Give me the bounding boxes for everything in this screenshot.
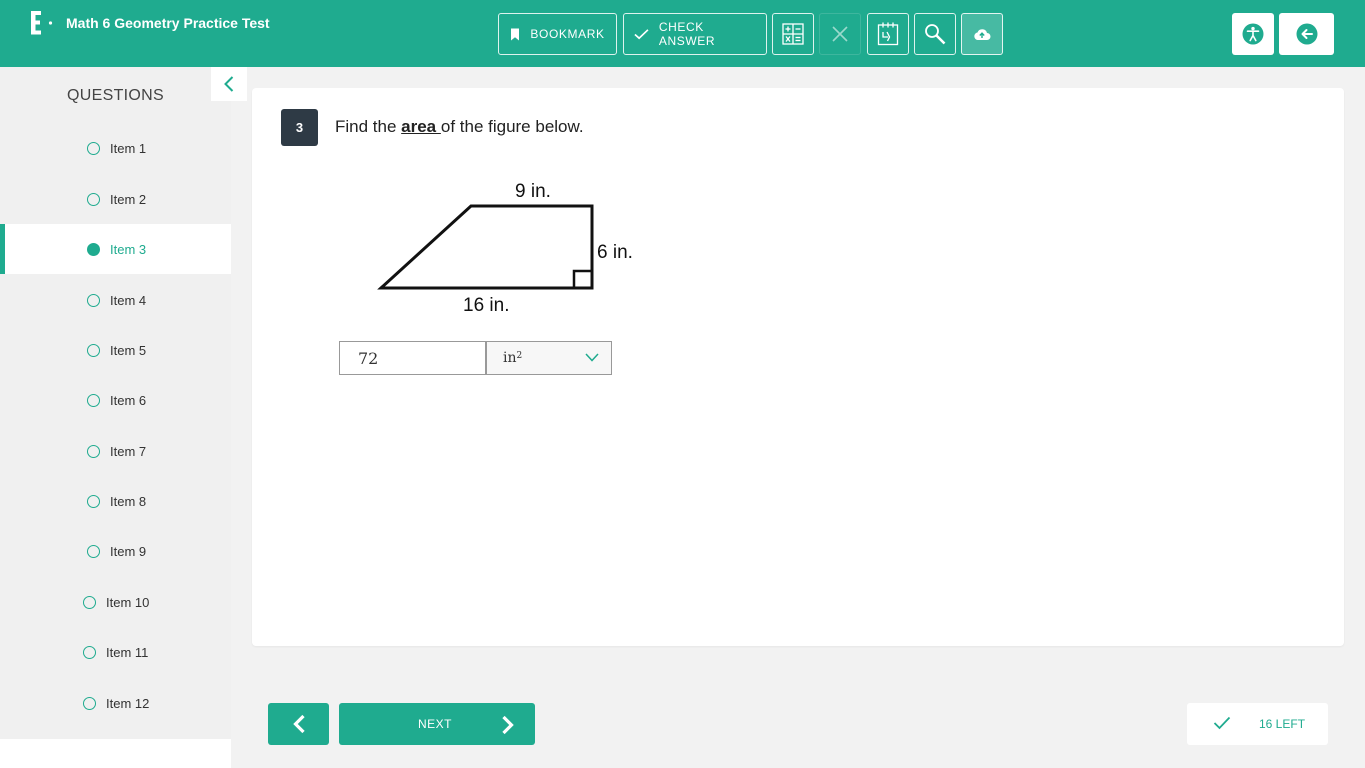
unit-base: in bbox=[503, 350, 517, 366]
prompt-text-after: of the figure below. bbox=[440, 117, 584, 136]
question-prompt: Find the area of the figure below. bbox=[335, 117, 584, 137]
sidebar-item-10[interactable]: Item 10 bbox=[0, 577, 231, 627]
accessibility-button[interactable] bbox=[1232, 13, 1274, 55]
remaining-count: 16 LEFT bbox=[1259, 717, 1306, 731]
sidebar-item-label: Item 2 bbox=[110, 191, 147, 207]
status-circle-icon bbox=[87, 343, 100, 357]
bookmark-icon bbox=[511, 28, 520, 40]
calculator-button[interactable] bbox=[772, 13, 814, 55]
sidebar-item-label: Item 3 bbox=[110, 241, 147, 257]
status-circle-icon bbox=[87, 544, 100, 558]
sidebar-item-4[interactable]: Item 4 bbox=[0, 275, 231, 325]
question-card: 3 Find the area of the figure below. 9 i… bbox=[252, 88, 1344, 646]
check-answer-button[interactable]: CHECK ANSWER bbox=[623, 13, 767, 55]
prompt-emphasis: area bbox=[401, 117, 441, 136]
status-circle-icon bbox=[87, 393, 100, 407]
magnifier-icon bbox=[925, 24, 946, 45]
collapse-sidebar-button[interactable] bbox=[211, 67, 247, 101]
next-label: NEXT bbox=[418, 717, 453, 731]
prompt-text-before: Find the bbox=[335, 117, 402, 136]
answer-input[interactable]: 72 bbox=[339, 341, 486, 375]
sidebar-item-label: Item 12 bbox=[106, 695, 150, 711]
check-icon bbox=[634, 29, 649, 40]
trapezoid-figure: 9 in. 6 in. 16 in. bbox=[377, 181, 633, 316]
status-circle-icon bbox=[87, 192, 100, 206]
accessibility-icon bbox=[1242, 23, 1264, 45]
sidebar-item-9[interactable]: Item 9 bbox=[0, 526, 231, 576]
sidebar-item-label: Item 1 bbox=[110, 140, 147, 156]
bookmark-label: BOOKMARK bbox=[530, 27, 605, 41]
sidebar-item-label: Item 8 bbox=[110, 493, 147, 509]
figure-right-label: 6 in. bbox=[597, 242, 633, 263]
previous-button[interactable] bbox=[268, 703, 329, 745]
check-icon bbox=[1213, 716, 1231, 730]
sidebar-item-label: Item 4 bbox=[110, 292, 147, 308]
answer-value: 72 bbox=[358, 348, 379, 368]
status-circle-icon bbox=[83, 595, 96, 609]
questions-sidebar: QUESTIONS Item 1 Item 2 Item 3 Item 4 It… bbox=[0, 67, 231, 739]
sidebar-footer bbox=[0, 739, 231, 768]
scratchpad-button[interactable] bbox=[867, 13, 909, 55]
app-logo bbox=[28, 10, 58, 36]
chevron-left-icon bbox=[292, 714, 305, 734]
notepad-icon bbox=[877, 22, 899, 46]
status-circle-icon bbox=[83, 696, 96, 710]
back-arrow-icon bbox=[1296, 23, 1317, 45]
chevron-left-icon bbox=[224, 76, 234, 92]
unit-exponent: 2 bbox=[516, 351, 523, 361]
remaining-items-indicator[interactable]: 16 LEFT bbox=[1187, 703, 1328, 745]
bookmark-button[interactable]: BOOKMARK bbox=[498, 13, 617, 55]
next-button[interactable]: NEXT bbox=[339, 703, 535, 745]
calculator-icon bbox=[782, 23, 804, 45]
check-answer-label: CHECK ANSWER bbox=[658, 20, 716, 48]
chevron-right-icon bbox=[502, 715, 514, 735]
sidebar-item-3[interactable]: Item 3 bbox=[0, 224, 231, 274]
sidebar-item-2[interactable]: Item 2 bbox=[0, 174, 231, 224]
save-to-cloud-button[interactable] bbox=[961, 13, 1003, 55]
sidebar-item-12[interactable]: Item 12 bbox=[0, 678, 231, 728]
sidebar-item-7[interactable]: Item 7 bbox=[0, 426, 231, 476]
sidebar-item-1[interactable]: Item 1 bbox=[0, 123, 231, 173]
sidebar-item-11[interactable]: Item 11 bbox=[0, 627, 231, 677]
chevron-down-icon bbox=[585, 353, 599, 362]
eliminate-choice-button[interactable] bbox=[819, 13, 861, 55]
status-circle-icon bbox=[87, 444, 100, 458]
unit-select[interactable]: in 2 bbox=[486, 341, 612, 375]
sidebar-item-8[interactable]: Item 8 bbox=[0, 476, 231, 526]
top-toolbar: Math 6 Geometry Practice Test BOOKMARK C… bbox=[0, 0, 1365, 67]
sidebar-item-label: Item 11 bbox=[106, 644, 149, 660]
sidebar-item-label: Item 5 bbox=[110, 342, 147, 358]
sidebar-item-6[interactable]: Item 6 bbox=[0, 375, 231, 425]
magnifier-button[interactable] bbox=[914, 13, 956, 55]
figure-top-label: 9 in. bbox=[515, 181, 551, 202]
test-title: Math 6 Geometry Practice Test bbox=[66, 15, 270, 31]
status-circle-icon bbox=[83, 645, 96, 659]
status-circle-icon bbox=[87, 141, 100, 155]
sidebar-item-5[interactable]: Item 5 bbox=[0, 325, 231, 375]
sidebar-item-label: Item 9 bbox=[110, 543, 147, 559]
figure-bottom-label: 16 in. bbox=[463, 295, 509, 316]
close-icon bbox=[832, 26, 848, 42]
status-circle-icon bbox=[87, 242, 100, 256]
status-circle-icon bbox=[87, 494, 100, 508]
status-circle-icon bbox=[87, 293, 100, 307]
sidebar-item-label: Item 6 bbox=[110, 392, 147, 408]
sidebar-item-label: Item 7 bbox=[110, 443, 147, 459]
sidebar-item-label: Item 10 bbox=[106, 594, 150, 610]
exit-button[interactable] bbox=[1279, 13, 1334, 55]
cloud-upload-icon bbox=[974, 29, 991, 40]
question-number-badge: 3 bbox=[281, 109, 318, 146]
sidebar-title: QUESTIONS bbox=[67, 87, 164, 104]
